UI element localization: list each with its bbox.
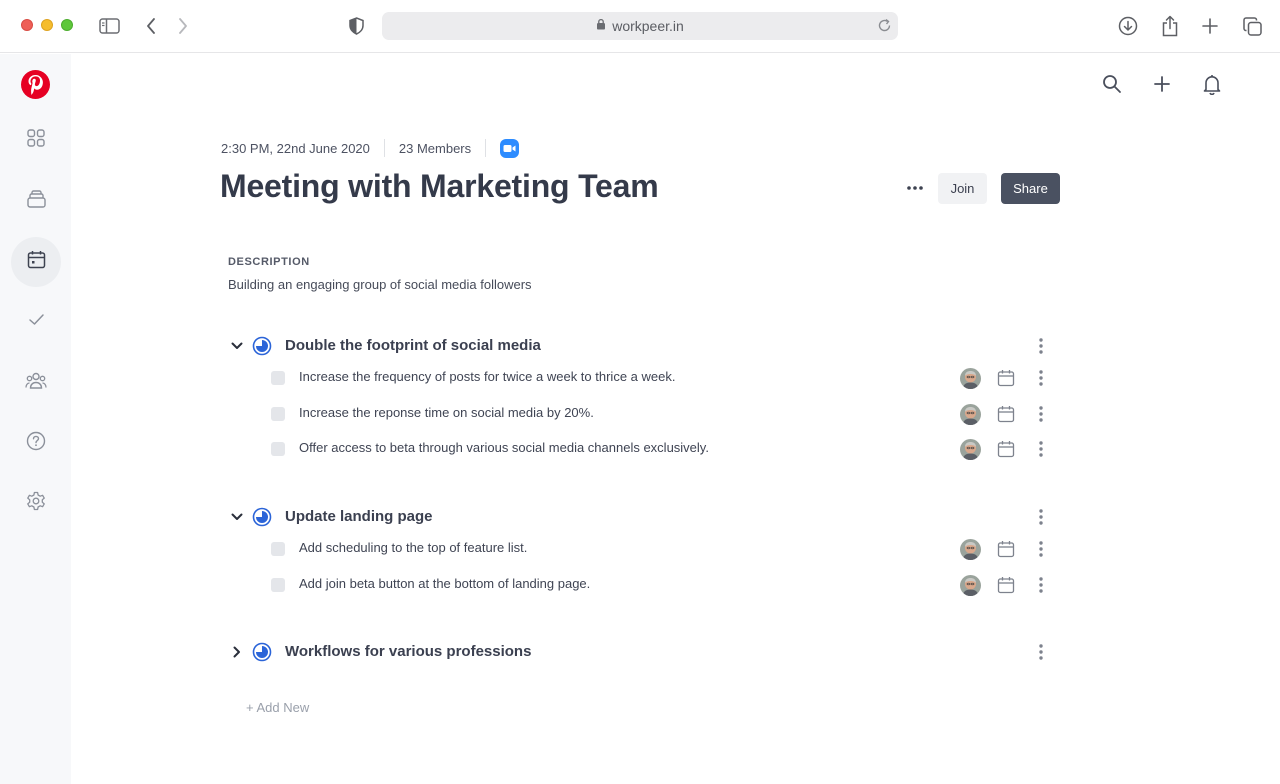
help-icon	[26, 431, 46, 456]
more-vertical-icon[interactable]	[1034, 368, 1048, 388]
add-new-button[interactable]: + Add New	[246, 700, 309, 715]
close-window-button[interactable]	[21, 19, 33, 31]
pinterest-logo-icon[interactable]	[21, 70, 50, 99]
sidebar-toggle-icon[interactable]	[98, 16, 120, 36]
goal-section: Update landing page Add scheduling to th…	[228, 502, 1068, 603]
forward-icon[interactable]	[175, 16, 191, 36]
goal-title: Update landing page	[285, 508, 433, 525]
address-bar[interactable]: workpeer.in	[382, 12, 898, 40]
meeting-members[interactable]: 23 Members	[399, 141, 471, 156]
task-checkbox[interactable]	[271, 542, 285, 556]
assignee-avatar[interactable]	[960, 539, 981, 560]
goal-header[interactable]: Workflows for various professions	[228, 637, 1068, 667]
notification-bell-icon[interactable]	[1201, 73, 1223, 95]
progress-ring-icon	[252, 336, 272, 356]
join-button[interactable]: Join	[938, 173, 987, 204]
zoom-window-button[interactable]	[61, 19, 73, 31]
browser-toolbar: workpeer.in	[0, 0, 1280, 53]
calendar-icon	[27, 250, 46, 274]
task-checkbox[interactable]	[271, 371, 285, 385]
task-row: Add scheduling to the top of feature lis…	[228, 532, 1068, 568]
task-row: Increase the reponse time on social medi…	[228, 397, 1068, 433]
chevron-down-icon[interactable]	[229, 338, 245, 354]
meeting-meta: 2:30 PM, 22nd June 2020 23 Members	[221, 138, 520, 158]
more-vertical-icon[interactable]	[1034, 539, 1048, 559]
assignee-avatar[interactable]	[960, 403, 981, 425]
goal-section: Workflows for various professions	[228, 637, 1068, 667]
minimize-window-button[interactable]	[41, 19, 53, 31]
grid-icon	[27, 128, 45, 152]
task-text[interactable]: Add join beta button at the bottom of la…	[299, 576, 590, 591]
task-text[interactable]: Add scheduling to the top of feature lis…	[299, 540, 527, 555]
search-icon[interactable]	[1101, 73, 1123, 95]
share-button[interactable]: Share	[1001, 173, 1060, 204]
goal-title: Double the footprint of social media	[285, 337, 541, 354]
more-vertical-icon[interactable]	[1034, 507, 1048, 527]
sidebar-item-settings[interactable]	[11, 478, 61, 528]
more-vertical-icon[interactable]	[1034, 336, 1048, 356]
calendar-icon[interactable]	[997, 440, 1015, 458]
back-icon[interactable]	[143, 16, 159, 36]
task-text[interactable]: Offer access to beta through various soc…	[299, 440, 709, 455]
goal-section: Double the footprint of social media Inc…	[228, 331, 1068, 468]
zoom-video-icon[interactable]	[500, 138, 520, 158]
progress-fill	[256, 646, 268, 658]
task-row: Add join beta button at the bottom of la…	[228, 568, 1068, 604]
description-text: Building an engaging group of social med…	[228, 277, 532, 292]
check-icon	[28, 313, 45, 331]
more-vertical-icon[interactable]	[1034, 439, 1048, 459]
url-text: workpeer.in	[612, 18, 684, 34]
goal-header[interactable]: Double the footprint of social media	[228, 331, 1068, 361]
calendar-icon[interactable]	[997, 540, 1015, 558]
new-tab-icon[interactable]	[1200, 16, 1220, 36]
meeting-datetime: 2:30 PM, 22nd June 2020	[221, 140, 370, 156]
sidebar	[0, 54, 71, 784]
calendar-icon[interactable]	[997, 576, 1015, 594]
reload-icon[interactable]	[877, 18, 892, 38]
progress-ring-icon	[252, 507, 272, 527]
task-checkbox[interactable]	[271, 577, 285, 592]
tabs-overview-icon[interactable]	[1241, 15, 1263, 37]
privacy-shield-icon[interactable]	[347, 16, 365, 36]
assignee-avatar[interactable]	[960, 439, 981, 460]
divider	[485, 139, 487, 157]
calendar-icon[interactable]	[997, 405, 1015, 423]
more-vertical-icon[interactable]	[1034, 642, 1048, 662]
lock-icon	[596, 17, 606, 35]
sidebar-item-inbox[interactable]	[11, 176, 61, 226]
sidebar-item-tasks[interactable]	[11, 297, 61, 347]
sidebar-item-help[interactable]	[11, 418, 61, 468]
goal-title: Workflows for various professions	[285, 643, 532, 660]
settings-icon	[26, 491, 46, 516]
progress-ring-icon	[252, 642, 272, 662]
share-icon[interactable]	[1159, 14, 1181, 38]
calendar-icon[interactable]	[997, 369, 1015, 387]
more-vertical-icon[interactable]	[1034, 404, 1048, 424]
chevron-right-icon[interactable]	[229, 644, 245, 660]
inbox-icon	[26, 189, 46, 213]
sidebar-item-calendar[interactable]	[11, 237, 61, 287]
assignee-avatar[interactable]	[960, 574, 981, 596]
sidebar-item-team[interactable]	[11, 358, 61, 408]
download-icon[interactable]	[1117, 15, 1139, 37]
task-checkbox[interactable]	[271, 442, 285, 456]
page-title: Meeting with Marketing Team	[220, 168, 659, 204]
task-checkbox[interactable]	[271, 406, 285, 421]
more-vertical-icon[interactable]	[1034, 575, 1048, 595]
divider	[383, 139, 385, 157]
sidebar-item-dashboard[interactable]	[11, 115, 61, 165]
goal-header[interactable]: Update landing page	[228, 502, 1068, 532]
add-icon[interactable]	[1151, 73, 1173, 95]
task-row: Offer access to beta through various soc…	[228, 432, 1068, 468]
task-row: Increase the frequency of posts for twic…	[228, 361, 1068, 397]
progress-fill	[256, 340, 268, 352]
progress-fill	[256, 511, 268, 523]
chevron-down-icon[interactable]	[229, 509, 245, 525]
team-icon	[25, 372, 47, 394]
task-text[interactable]: Increase the frequency of posts for twic…	[299, 369, 675, 384]
more-options-icon[interactable]	[904, 178, 926, 198]
task-text[interactable]: Increase the reponse time on social medi…	[299, 405, 594, 420]
description-label: DESCRIPTION	[228, 256, 310, 268]
assignee-avatar[interactable]	[960, 368, 981, 389]
